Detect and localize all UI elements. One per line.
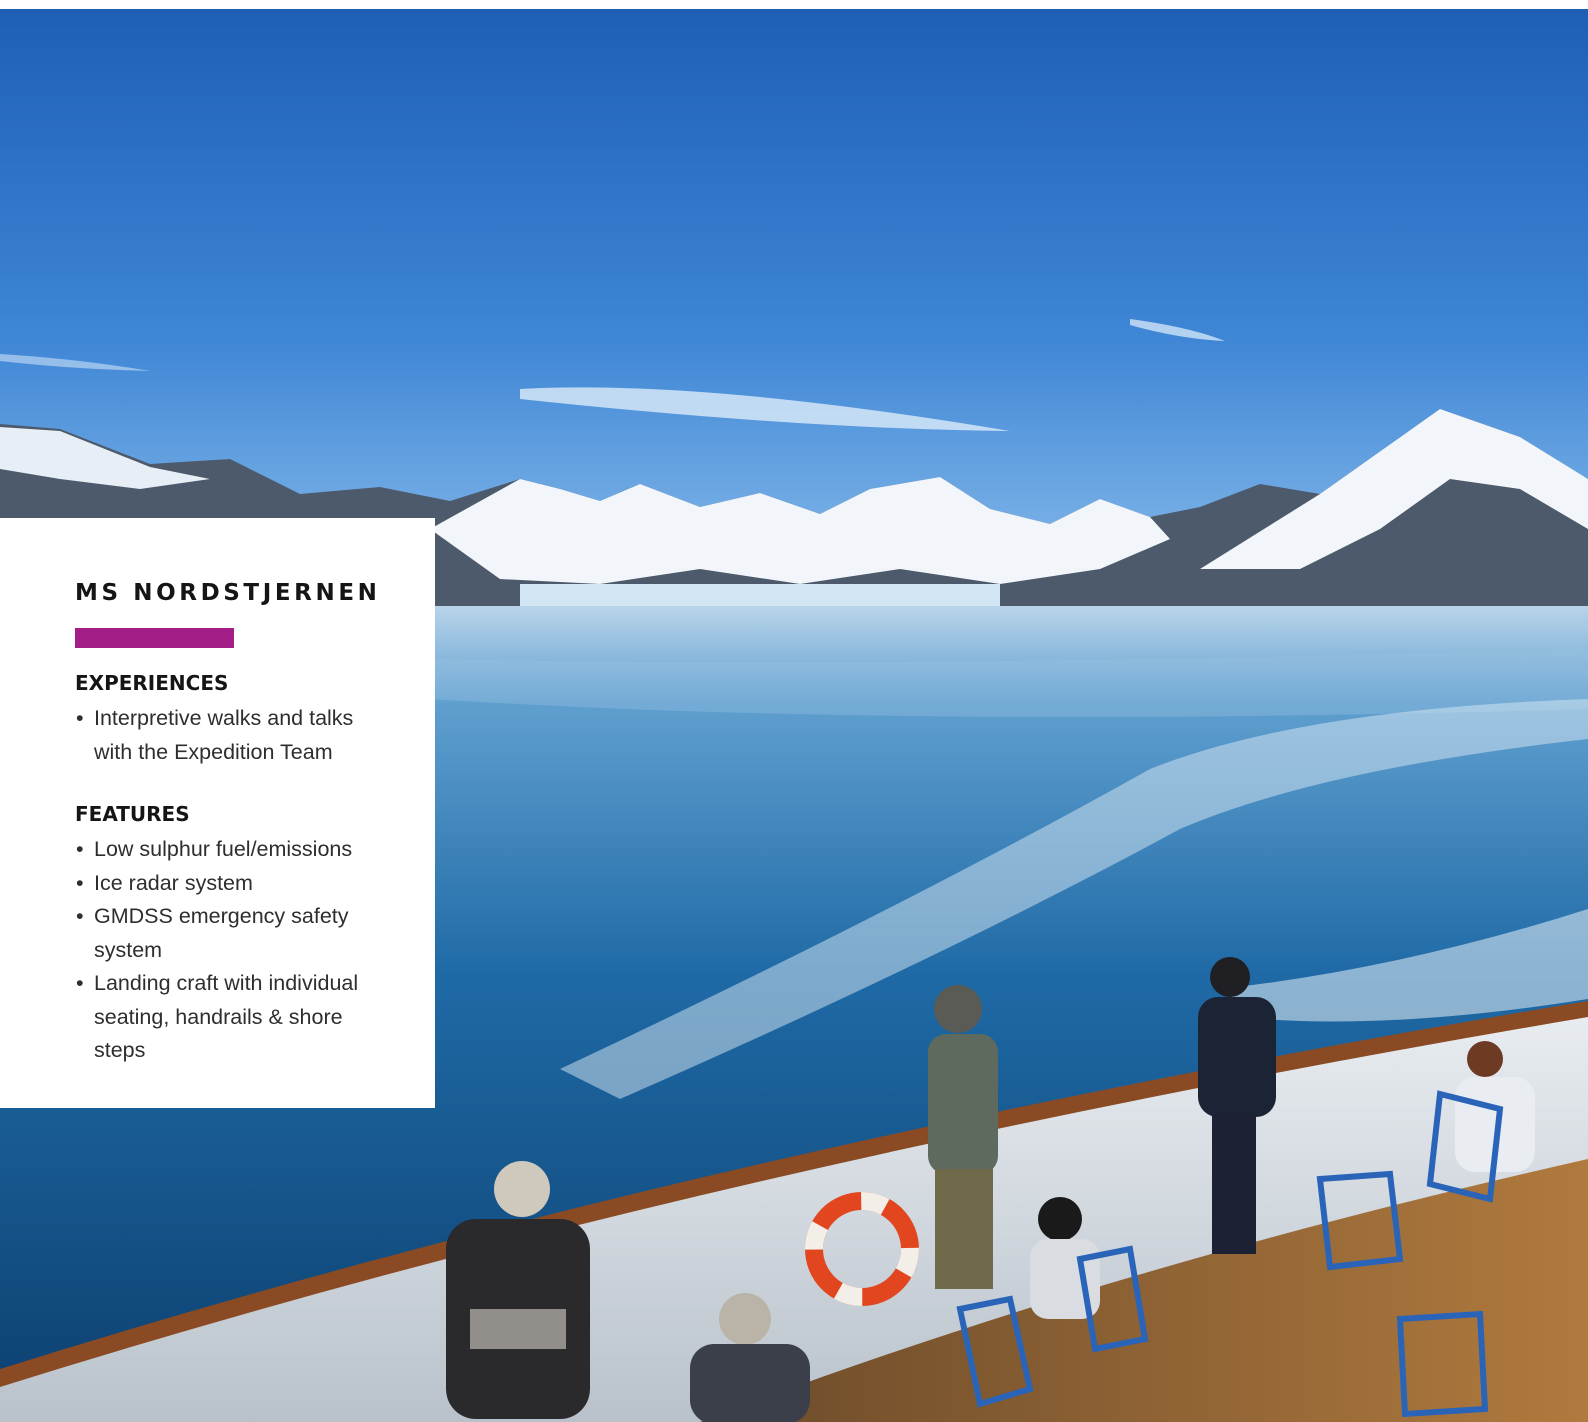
features-list: • Low sulphur fuel/emissions • Ice radar s… xyxy=(75,833,395,1068)
accent-bar xyxy=(75,628,234,648)
list-item: • GMDSS emergency safety system xyxy=(75,900,395,967)
bullet-icon: • xyxy=(76,706,84,730)
features-heading: FEATURES xyxy=(75,802,190,826)
list-item-text: Low sulphur fuel/emissions xyxy=(94,837,353,861)
bullet-icon: • xyxy=(76,837,84,861)
experiences-list: • Interpretive walks and talks with the E… xyxy=(75,702,395,769)
list-item-text: Interpretive walks and talks with the Ex… xyxy=(94,706,354,764)
list-item-text: Ice radar system xyxy=(94,870,253,895)
list-item: • Ice radar system xyxy=(75,867,395,901)
glacier-front xyxy=(520,584,1000,606)
bullet-icon: • xyxy=(76,904,84,928)
list-item-text: Landing craft with individual seating, h… xyxy=(94,971,359,1062)
list-item: • Low sulphur fuel/emissions xyxy=(75,833,395,867)
ship-info-card: MS NORDSTJERNEN EXPERIENCES • Interpretiv… xyxy=(0,518,435,1108)
ship-name: MS NORDSTJERNEN xyxy=(75,580,381,606)
bullet-icon: • xyxy=(76,971,84,995)
bullet-icon: • xyxy=(76,870,84,895)
experiences-heading: EXPERIENCES xyxy=(75,671,229,695)
list-item: • Interpretive walks and talks with the E… xyxy=(75,702,395,769)
brochure-page: MS NORDSTJERNEN EXPERIENCES • Interpretiv… xyxy=(0,0,1588,1422)
list-item-text: GMDSS emergency safety system xyxy=(94,904,349,962)
list-item: • Landing craft with individual seating, … xyxy=(75,967,395,1068)
